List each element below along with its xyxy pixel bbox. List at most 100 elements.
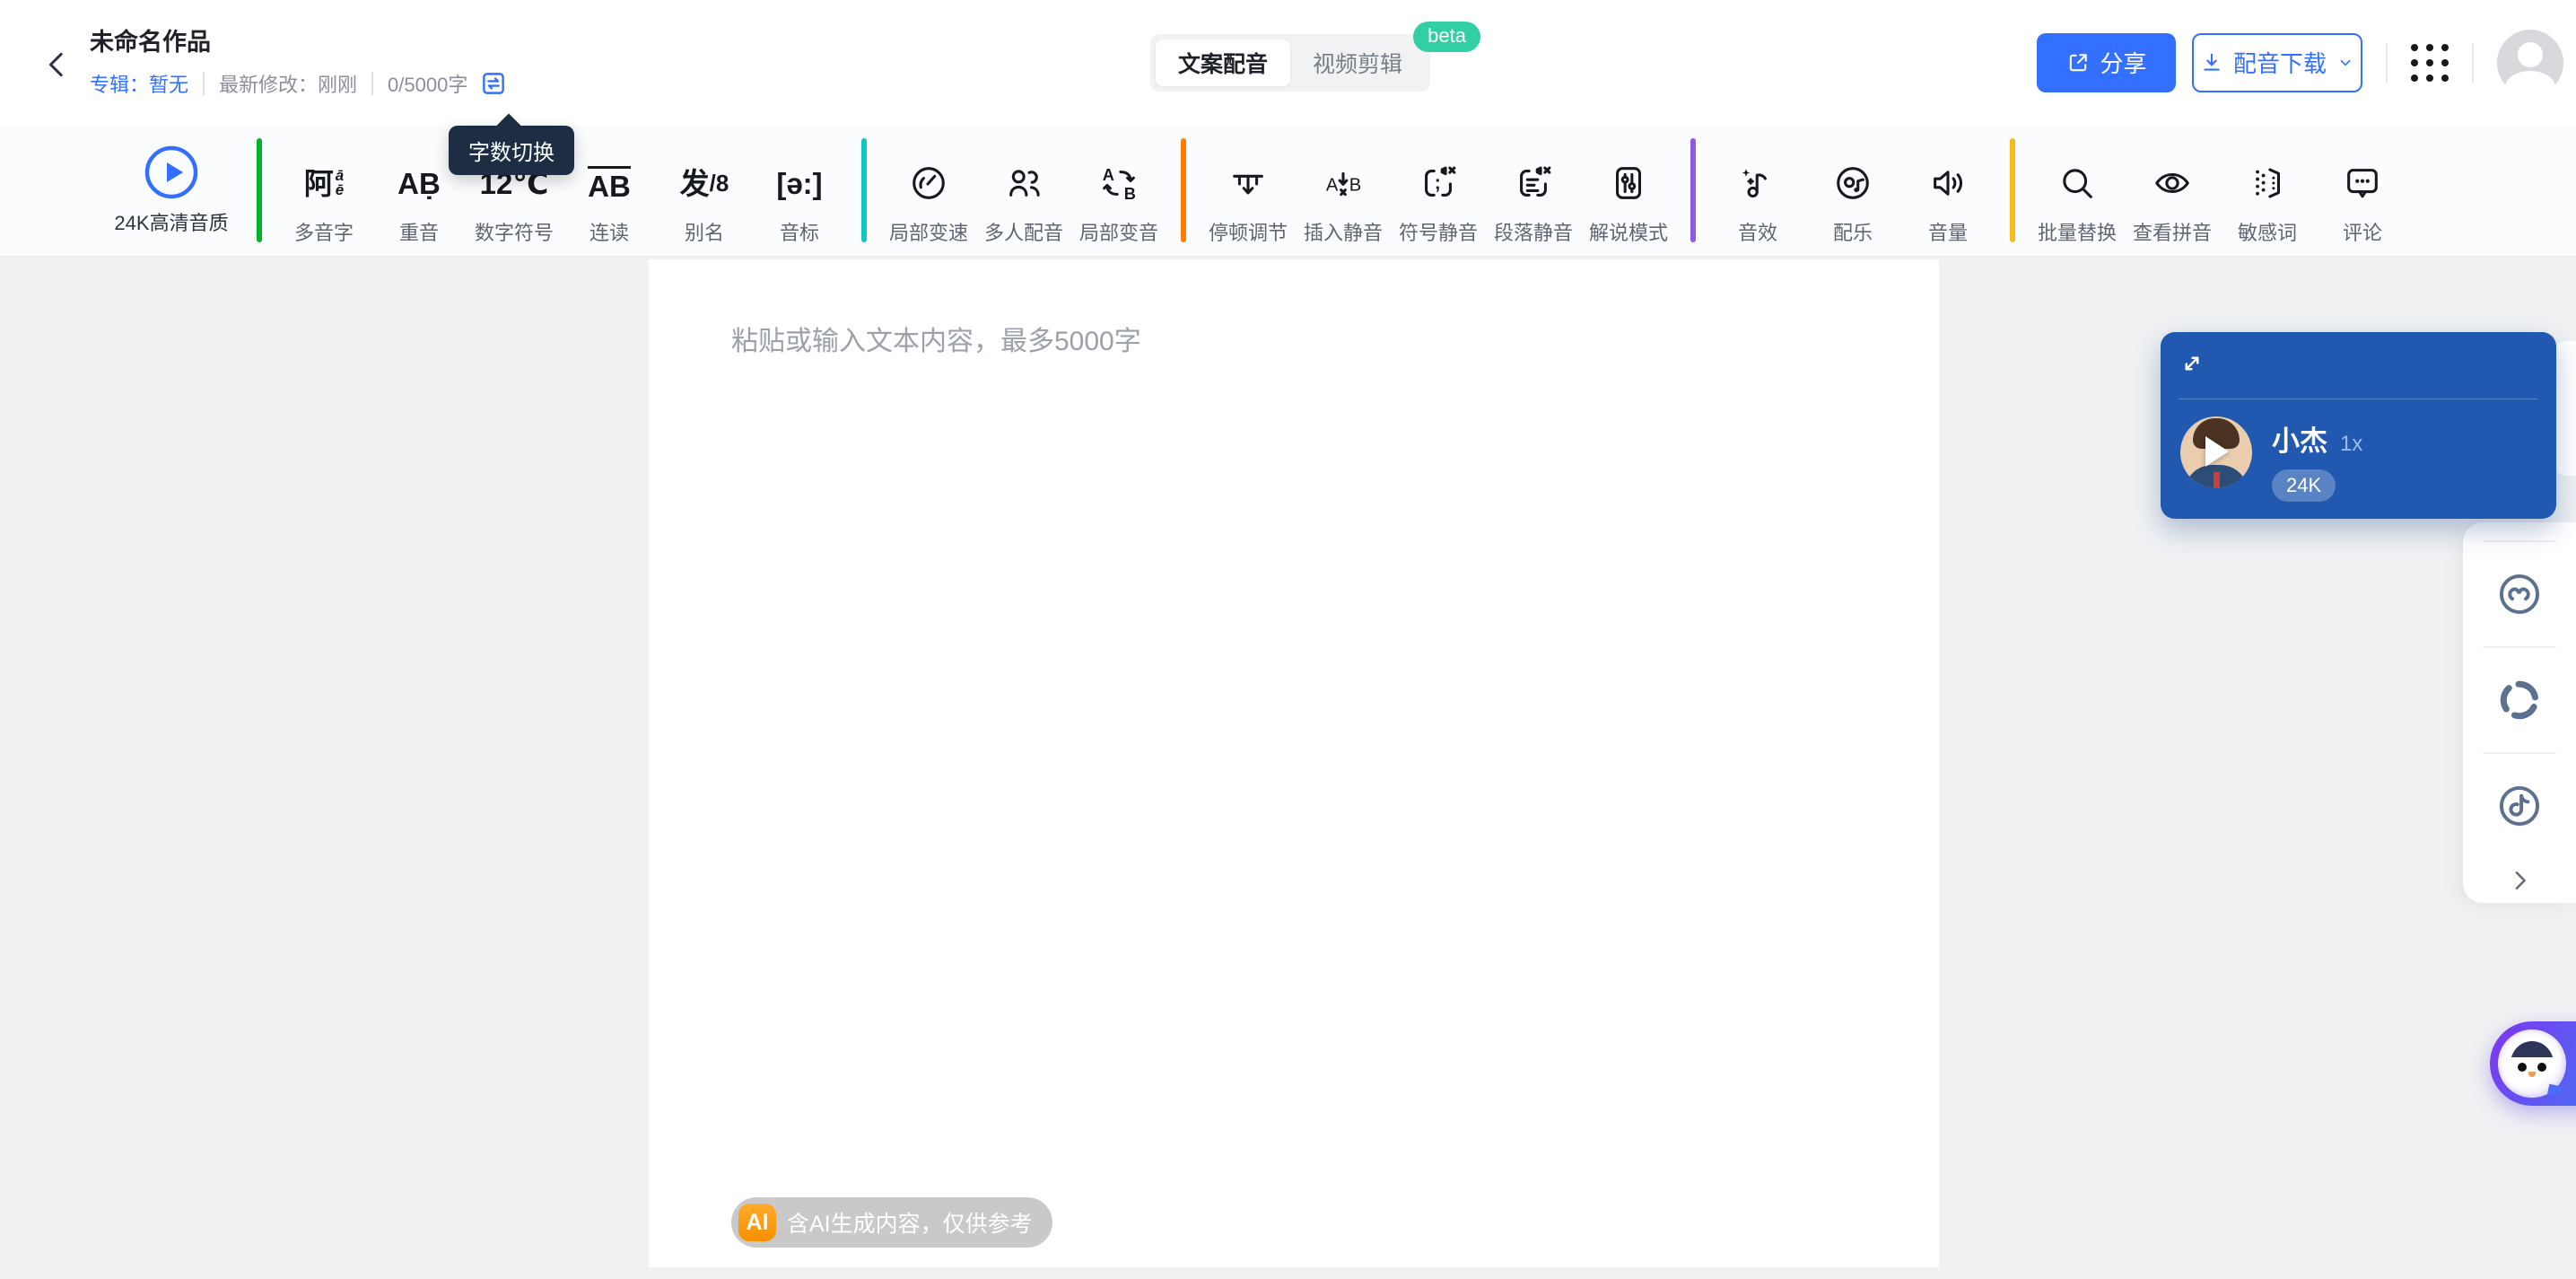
svg-text:B: B — [1349, 176, 1361, 196]
expand-icon[interactable] — [2179, 350, 2205, 377]
chevron-right-icon — [2506, 867, 2533, 894]
tab-text-dubbing[interactable]: 文案配音 — [1156, 39, 1290, 86]
social-side-panel — [2463, 522, 2576, 903]
word-count-tooltip: 字数切换 — [449, 126, 574, 175]
editor-placeholder: 粘贴或输入文本内容，最多5000字 — [731, 319, 1141, 358]
top-header: 未命名作品 专辑：暂无 最新修改：刚刚 0/5000字 文案配音 视频剪辑 be… — [0, 0, 2576, 125]
divider — [2483, 752, 2556, 754]
voice-quality-badge: 24K — [2272, 469, 2336, 502]
toolbar-item-sound-effect[interactable]: 音效 — [1710, 135, 1805, 246]
sound-effect-icon — [1737, 151, 1778, 215]
toolbar-item-volume[interactable]: 音量 — [1900, 135, 1995, 246]
download-label: 配音下载 — [2233, 46, 2327, 79]
toolbar-item-label: 多音字 — [294, 217, 354, 246]
toolbar-item-symbol-silence[interactable]: ;符号静音 — [1391, 135, 1486, 246]
svg-text:A: A — [1103, 166, 1114, 184]
toolbar-item-label: 局部变音 — [1079, 217, 1158, 246]
toolbar-item-sensitive-word[interactable]: 敏感词 — [2220, 135, 2315, 246]
tab-video-editing[interactable]: 视频剪辑 — [1290, 39, 1425, 86]
toolbar-item-speed[interactable]: 局部变速 — [881, 135, 976, 246]
view-pinyin-icon — [2152, 151, 2193, 215]
toolbar-item-multi-voice[interactable]: 多人配音 — [976, 135, 1071, 246]
toolbar-item-alias[interactable]: 发/8别名 — [657, 135, 752, 246]
mode-tabs: 文案配音 视频剪辑 beta — [1150, 34, 1430, 92]
collapsed-panel-edge — [2554, 341, 2576, 476]
toolbar-item-polyphonic[interactable]: 阿āē多音字 — [276, 135, 371, 246]
pause-adjust-icon — [1227, 151, 1269, 215]
social-icons — [2483, 553, 2556, 847]
collapse-panel-button[interactable] — [2506, 867, 2533, 894]
chevron-down-icon — [2336, 53, 2355, 73]
divider — [371, 72, 373, 95]
toolbar-item-label: 数字符号 — [475, 217, 554, 246]
voice-card: 小杰 1x 24K — [2161, 332, 2556, 519]
toolbar-item-phonetic[interactable]: [ə:]音标 — [752, 135, 847, 246]
toolbar-item-label: 解说模式 — [1589, 217, 1668, 246]
music-icon — [1832, 151, 1873, 215]
paragraph-silence-icon — [1513, 151, 1554, 215]
text-editor[interactable]: 粘贴或输入文本内容，最多5000字 AI 含AI生成内容，仅供参考 — [649, 259, 1939, 1267]
quark-icon[interactable] — [2494, 675, 2545, 725]
toolbar-item-comment[interactable]: 评论 — [2315, 135, 2410, 246]
insert-silence-icon: AB — [1323, 151, 1364, 215]
ai-badge: AI — [738, 1204, 776, 1241]
share-button[interactable]: 分享 — [2037, 33, 2176, 92]
toolbar-item-view-pinyin[interactable]: 查看拼音 — [2125, 135, 2220, 246]
chevron-left-icon — [39, 47, 75, 83]
apps-grid-button[interactable] — [2411, 44, 2449, 82]
beta-badge: beta — [1413, 22, 1480, 52]
download-icon — [2199, 50, 2224, 75]
voice-speed: 1x — [2340, 432, 2362, 457]
download-voiceover-button[interactable]: 配音下载 — [2192, 33, 2362, 92]
album-link[interactable]: 专辑：暂无 — [90, 69, 188, 98]
wechat-channels-icon[interactable] — [2494, 569, 2545, 619]
toolbar-item-label: 敏感词 — [2238, 217, 2297, 246]
toolbar-group-divider — [1690, 138, 1696, 242]
toolbar-item-label: 别名 — [685, 217, 724, 246]
divider — [2483, 540, 2556, 542]
douyin-icon[interactable] — [2494, 781, 2545, 831]
word-count-toggle-icon[interactable] — [478, 68, 509, 99]
voice-meta: 小杰 1x 24K — [2272, 416, 2362, 502]
toolbar-item-batch-replace[interactable]: 批量替换 — [2030, 135, 2125, 246]
mascot-bubble — [2498, 1029, 2566, 1098]
quality-play-button[interactable]: 24K高清音质 — [100, 145, 242, 236]
narration-mode-icon — [1608, 151, 1649, 215]
play-circle-icon — [144, 145, 199, 200]
toolbar-item-pause-adjust[interactable]: 停顿调节 — [1201, 135, 1296, 246]
title-block: 未命名作品 专辑：暂无 最新修改：刚刚 0/5000字 — [90, 27, 509, 99]
user-avatar[interactable] — [2497, 30, 2563, 96]
toolbar-item-pitch-change[interactable]: AB局部变音 — [1071, 135, 1166, 246]
symbol-silence-icon: ; — [1418, 151, 1459, 215]
back-button[interactable] — [39, 47, 75, 83]
toolbar-item-music[interactable]: 配乐 — [1805, 135, 1900, 246]
toolbar-item-narration-mode[interactable]: 解说模式 — [1581, 135, 1676, 246]
editing-toolbar: 24K高清音质 阿āē多音字AḄ重音12℃数字符号AB连读发/8别名[ə:]音… — [0, 125, 2576, 258]
toolbar-item-label: 查看拼音 — [2133, 217, 2212, 246]
divider — [2472, 43, 2474, 83]
volume-icon — [1927, 151, 1969, 215]
toolbar-item-label: 停顿调节 — [1209, 217, 1288, 246]
voice-row: 小杰 1x 24K — [2180, 416, 2362, 502]
toolbar-item-label: 评论 — [2343, 217, 2382, 246]
toolbar-item-label: 符号静音 — [1399, 217, 1478, 246]
toolbar-item-label: 配乐 — [1833, 217, 1873, 246]
word-count-label: 0/5000字 — [388, 69, 467, 98]
toolbar-group-divider — [1181, 138, 1186, 242]
assistant-mascot-button[interactable] — [2490, 1021, 2576, 1106]
toolbar-item-insert-silence[interactable]: AB插入静音 — [1296, 135, 1391, 246]
play-icon — [2205, 436, 2229, 467]
alias-icon: 发/8 — [680, 151, 729, 215]
voice-avatar-play-button[interactable] — [2180, 416, 2252, 488]
header-actions: 分享 配音下载 — [2037, 0, 2576, 125]
pitch-change-icon: AB — [1098, 151, 1140, 215]
toolbar-item-label: 音量 — [1928, 217, 1968, 246]
mascot-face-icon — [2511, 1041, 2554, 1086]
divider — [2483, 646, 2556, 648]
toolbar-item-label: 重音 — [399, 217, 439, 246]
toolbar-item-label: 连读 — [589, 217, 629, 246]
svg-text:A: A — [1326, 176, 1339, 196]
toolbar-item-paragraph-silence[interactable]: 段落静音 — [1486, 135, 1581, 246]
share-icon — [2065, 50, 2091, 75]
toolbar-item-liaison[interactable]: AB连读 — [562, 135, 657, 246]
